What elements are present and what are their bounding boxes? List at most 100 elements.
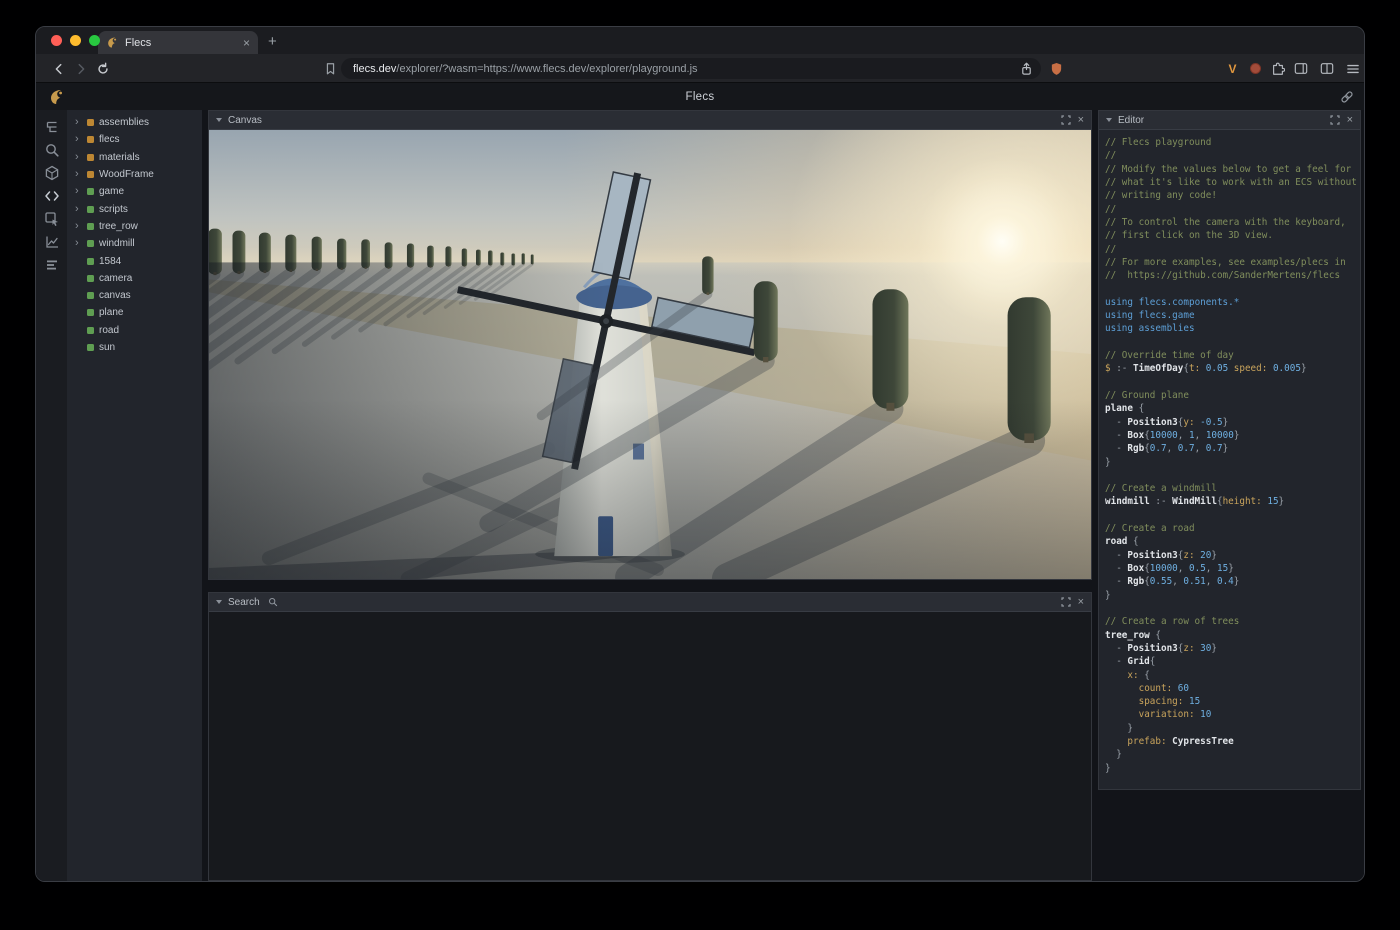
tree-item-assemblies[interactable]: › assemblies [67, 114, 202, 131]
canvas-3d-scene[interactable] [209, 130, 1091, 579]
close-window-button[interactable] [51, 35, 62, 46]
split-view-icon[interactable] [1318, 60, 1335, 77]
tree-item-label: windmill [99, 238, 135, 249]
fullscreen-icon[interactable] [1061, 597, 1072, 608]
expand-chevron-icon[interactable]: › [75, 169, 82, 180]
code-line: // To control the camera with the keyboa… [1105, 216, 1356, 229]
code-line: } [1105, 589, 1356, 602]
code-line: ​ [1105, 509, 1356, 522]
bookmark-icon[interactable] [322, 60, 339, 77]
tree-item-canvas[interactable]: canvas [67, 287, 202, 304]
search-panel: Search × [208, 592, 1092, 881]
extensions-puzzle-icon[interactable] [1269, 60, 1286, 77]
module-square-icon [87, 136, 94, 143]
code-line: prefab: CypressTree [1105, 735, 1356, 748]
tree-item-scripts[interactable]: ›scripts [67, 200, 202, 217]
world-icon[interactable] [44, 165, 60, 181]
search-panel-title: Search [228, 597, 260, 608]
tree-item-tree_row[interactable]: › tree_row [67, 218, 202, 235]
expand-chevron-icon[interactable]: › [75, 117, 82, 128]
tree-item-1584[interactable]: 1584 [67, 252, 202, 269]
code-editor-icon[interactable] [44, 188, 60, 204]
code-line: - Box{10000, 1, 10000} [1105, 429, 1356, 442]
stats-icon[interactable] [44, 257, 60, 273]
code-line: - Rgb{0.7, 0.7, 0.7} [1105, 442, 1356, 455]
expand-chevron-icon[interactable]: › [75, 134, 82, 145]
expand-chevron-icon[interactable]: › [75, 204, 82, 215]
module-square-icon [87, 119, 94, 126]
code-line: } [1105, 722, 1356, 735]
entity-square-icon [87, 206, 94, 213]
flecs-favicon [106, 36, 119, 49]
vimium-extension-icon[interactable]: V [1224, 60, 1241, 77]
close-icon[interactable]: × [1347, 115, 1353, 126]
collapse-chevron-icon[interactable] [1106, 118, 1112, 122]
tree-item-label: assemblies [99, 117, 149, 128]
close-icon[interactable]: × [1078, 597, 1084, 608]
close-icon[interactable]: × [1078, 115, 1084, 126]
search-icon [268, 597, 278, 607]
query-search-icon[interactable] [44, 142, 60, 158]
collapse-chevron-icon[interactable] [216, 600, 222, 604]
tree-item-game[interactable]: ›game [67, 183, 202, 200]
minimize-window-button[interactable] [70, 35, 81, 46]
share-icon[interactable] [1018, 60, 1035, 77]
back-icon[interactable] [50, 60, 67, 77]
adblock-extension-icon[interactable] [1247, 60, 1264, 77]
tree-item-label: camera [99, 273, 132, 284]
forward-icon[interactable] [72, 60, 89, 77]
shield-icon[interactable] [1048, 60, 1065, 77]
code-line: // https://github.com/SanderMertens/flec… [1105, 269, 1356, 282]
collapse-chevron-icon[interactable] [216, 118, 222, 122]
tree-item-windmill[interactable]: › windmill [67, 235, 202, 252]
permalink-icon[interactable] [1340, 90, 1354, 104]
code-line: plane { [1105, 402, 1356, 415]
tree-item-label: tree_row [99, 221, 138, 232]
app-body: ›assemblies›flecs›materials›WoodFrame›ga… [36, 110, 1364, 881]
inspector-icon[interactable] [44, 211, 60, 227]
url-domain: flecs.dev [353, 63, 396, 75]
sidebar-icon[interactable] [1292, 60, 1309, 77]
expand-chevron-icon[interactable]: › [75, 186, 82, 197]
tree-item-camera[interactable]: camera [67, 270, 202, 287]
browser-window: Flecs × + flecs.dev/explorer/?wasm=https… [35, 26, 1365, 882]
search-results-area[interactable] [209, 612, 1091, 880]
zoom-window-button[interactable] [89, 35, 100, 46]
tab-close-icon[interactable]: × [243, 37, 250, 49]
expand-chevron-icon[interactable]: › [75, 221, 82, 232]
code-line: spacing: 15 [1105, 695, 1356, 708]
tree-item-label: WoodFrame [99, 169, 154, 180]
fullscreen-icon[interactable] [1330, 115, 1341, 126]
entities-tree-icon[interactable] [44, 119, 60, 135]
entity-tree: ›assemblies›flecs›materials›WoodFrame›ga… [67, 110, 202, 881]
flecs-logo[interactable] [48, 88, 66, 106]
code-line: using flecs.components.* [1105, 296, 1356, 309]
fullscreen-icon[interactable] [1061, 115, 1072, 126]
code-line: - Position3{z: 20} [1105, 549, 1356, 562]
tree-item-sun[interactable]: sun [67, 339, 202, 356]
expand-chevron-icon[interactable]: › [75, 238, 82, 249]
new-tab-button[interactable]: + [268, 33, 277, 50]
tree-item-road[interactable]: road [67, 322, 202, 339]
editor-code[interactable]: // Flecs playground//// Modify the value… [1099, 130, 1360, 789]
browser-tab[interactable]: Flecs × [98, 31, 258, 54]
app-header: Flecs [36, 84, 1364, 110]
code-line: // [1105, 203, 1356, 216]
chart-icon[interactable] [44, 234, 60, 250]
expand-chevron-icon[interactable]: › [75, 152, 82, 163]
code-line: variation: 10 [1105, 708, 1356, 721]
tree-item-flecs[interactable]: ›flecs [67, 131, 202, 148]
tab-title: Flecs [125, 37, 237, 49]
code-line: tree_row { [1105, 629, 1356, 642]
reload-icon[interactable] [94, 60, 111, 77]
module-square-icon [87, 154, 94, 161]
tree-item-label: 1584 [99, 256, 121, 267]
code-line: } [1105, 456, 1356, 469]
tree-item-plane[interactable]: plane [67, 304, 202, 321]
tree-item-WoodFrame[interactable]: › WoodFrame [67, 166, 202, 183]
code-line: ​ [1105, 602, 1356, 615]
url-bar[interactable]: flecs.dev/explorer/?wasm=https://www.fle… [341, 58, 1041, 79]
icon-rail [36, 110, 67, 881]
menu-icon[interactable] [1344, 60, 1361, 77]
tree-item-materials[interactable]: ›materials [67, 149, 202, 166]
